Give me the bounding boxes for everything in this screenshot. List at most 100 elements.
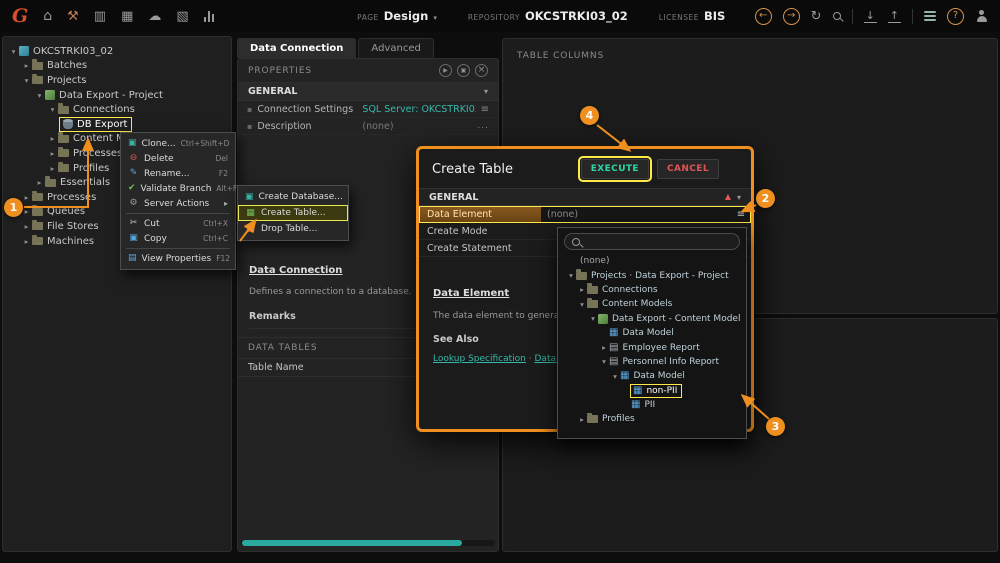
picker-item-none[interactable]: (none) bbox=[564, 254, 740, 268]
chevron-down-icon[interactable] bbox=[34, 91, 45, 100]
archive-icon[interactable] bbox=[94, 10, 106, 23]
menu-item-view-properties[interactable]: View Properties F12 bbox=[121, 251, 235, 266]
lookup-specification-link[interactable]: Lookup Specification bbox=[433, 354, 526, 364]
cancel-button[interactable]: CANCEL bbox=[657, 159, 719, 179]
folder-icon bbox=[32, 205, 43, 216]
chevron-down-icon[interactable] bbox=[610, 372, 620, 381]
picker-item-employee-report[interactable]: Employee Report bbox=[564, 340, 740, 354]
picker-label: Content Models bbox=[602, 299, 673, 310]
menu-icon[interactable] bbox=[481, 104, 489, 115]
chevron-right-icon[interactable] bbox=[34, 178, 45, 187]
tree-item-connections[interactable]: Connections bbox=[3, 102, 231, 117]
chevron-down-icon[interactable] bbox=[588, 314, 598, 323]
package-icon[interactable] bbox=[121, 10, 133, 23]
picker-item-connections[interactable]: Connections bbox=[564, 283, 740, 297]
repository-selector[interactable]: REPOSITORY OKCSTRKI03_02 bbox=[468, 9, 628, 23]
menu-item-rename[interactable]: Rename... F2 bbox=[121, 166, 235, 181]
page-selector[interactable]: PAGE Design bbox=[357, 9, 437, 23]
forward-button[interactable]: → bbox=[782, 7, 800, 25]
picker-item-data-model-2[interactable]: Data Model bbox=[564, 369, 740, 383]
menu-item-server-actions[interactable]: Server Actions bbox=[121, 196, 235, 211]
upload-icon[interactable] bbox=[887, 10, 901, 23]
picker-item-pii[interactable]: PII bbox=[564, 398, 740, 412]
licensee-selector[interactable]: LICENSEE BIS bbox=[659, 9, 726, 23]
picker-item-personnel-info-report[interactable]: Personnel Info Report bbox=[564, 355, 740, 369]
search-icon[interactable] bbox=[832, 12, 841, 20]
field-value[interactable]: (none) bbox=[541, 209, 731, 220]
ellipsis-icon[interactable]: ... bbox=[477, 121, 489, 131]
menu-divider bbox=[126, 213, 230, 214]
general-section-header[interactable]: GENERAL bbox=[238, 83, 498, 101]
context-menu: Clone... Ctrl+Shift+D Delete Del Rename.… bbox=[120, 132, 247, 270]
menu-item-clone[interactable]: Clone... Ctrl+Shift+D bbox=[121, 136, 235, 151]
picker-item-content-models[interactable]: Content Models bbox=[564, 297, 740, 311]
popup-search-box[interactable] bbox=[564, 233, 740, 250]
chevron-down-icon[interactable] bbox=[21, 76, 32, 85]
menu-item-create-database[interactable]: Create Database... bbox=[238, 189, 348, 205]
cloud-icon[interactable] bbox=[148, 10, 161, 23]
chevron-right-icon[interactable] bbox=[599, 343, 609, 352]
save-icon[interactable] bbox=[457, 64, 470, 77]
chevron-right-icon[interactable] bbox=[21, 237, 32, 246]
scrollbar-thumb[interactable] bbox=[242, 540, 462, 546]
tree-label: Profiles bbox=[73, 162, 110, 174]
refresh-icon[interactable] bbox=[811, 10, 822, 23]
chevron-right-icon[interactable] bbox=[47, 164, 58, 173]
folder-icon bbox=[58, 161, 69, 173]
description-row[interactable]: Description (none) ... bbox=[238, 118, 498, 135]
tree-item-db-export[interactable]: DB Export bbox=[3, 116, 231, 132]
property-value[interactable]: (none) bbox=[362, 121, 472, 132]
menu-item-create-table[interactable]: Create Table... bbox=[238, 205, 348, 221]
chevron-right-icon[interactable] bbox=[577, 285, 587, 294]
picker-item-profiles[interactable]: Profiles bbox=[564, 412, 740, 426]
table-icon bbox=[609, 328, 618, 338]
connection-settings-row[interactable]: Connection Settings SQL Server: OKCSTRKI… bbox=[238, 101, 498, 118]
layers-icon[interactable] bbox=[924, 10, 936, 23]
chevron-down-icon[interactable] bbox=[8, 47, 19, 56]
menu-icon[interactable] bbox=[731, 209, 751, 220]
picker-item-data-model-1[interactable]: Data Model bbox=[564, 326, 740, 340]
menu-item-delete[interactable]: Delete Del bbox=[121, 151, 235, 166]
chevron-right-icon[interactable] bbox=[47, 149, 58, 158]
tree-item-data-export-project[interactable]: Data Export - Project bbox=[3, 88, 231, 103]
home-icon[interactable] bbox=[43, 9, 52, 23]
menu-item-drop-table[interactable]: Drop Table... bbox=[238, 221, 348, 237]
property-value[interactable]: SQL Server: OKCSTRKI03... bbox=[362, 104, 475, 115]
deploy-icon[interactable] bbox=[176, 10, 188, 23]
chevron-right-icon[interactable] bbox=[21, 193, 32, 202]
chevron-right-icon[interactable] bbox=[21, 222, 32, 231]
chart-icon[interactable] bbox=[203, 10, 215, 22]
tree-item-projects[interactable]: Projects bbox=[3, 73, 231, 88]
tab-advanced[interactable]: Advanced bbox=[358, 38, 434, 58]
menu-item-cut[interactable]: Cut Ctrl+X bbox=[121, 216, 235, 231]
tree-item-repository[interactable]: OKCSTRKI03_02 bbox=[3, 44, 231, 59]
dialog-row-data-element[interactable]: Data Element (none) bbox=[419, 206, 751, 223]
picker-item-projects[interactable]: Projects · Data Export - Project bbox=[564, 268, 740, 282]
user-icon[interactable] bbox=[975, 9, 988, 23]
column-header-table-name[interactable]: Table Name bbox=[248, 362, 304, 373]
discard-icon[interactable] bbox=[475, 64, 488, 77]
badge-number: 4 bbox=[585, 109, 594, 122]
tab-data-connection[interactable]: Data Connection bbox=[237, 38, 357, 58]
horizontal-scrollbar[interactable] bbox=[241, 540, 495, 546]
tools-icon[interactable] bbox=[67, 10, 79, 23]
chevron-down-icon[interactable] bbox=[47, 105, 58, 114]
chevron-down-icon[interactable] bbox=[566, 271, 576, 280]
chevron-down-icon[interactable] bbox=[599, 357, 609, 366]
dialog-general-header[interactable]: GENERAL bbox=[419, 188, 751, 206]
menu-item-validate-branch[interactable]: Validate Branch Alt+F11 bbox=[121, 181, 247, 196]
chevron-right-icon[interactable] bbox=[47, 134, 58, 143]
tree-item-batches[interactable]: Batches bbox=[3, 59, 231, 74]
help-icon[interactable]: ? bbox=[947, 7, 964, 25]
chevron-down-icon[interactable] bbox=[577, 300, 587, 309]
search-input[interactable] bbox=[585, 236, 732, 247]
chevron-right-icon[interactable] bbox=[577, 415, 587, 424]
picker-item-content-model[interactable]: Data Export - Content Model bbox=[564, 312, 740, 326]
back-button[interactable]: ← bbox=[754, 7, 772, 25]
picker-item-non-pii[interactable]: non-PII bbox=[564, 383, 740, 398]
run-icon[interactable] bbox=[439, 64, 452, 77]
chevron-right-icon[interactable] bbox=[21, 61, 32, 70]
execute-button[interactable]: EXECUTE bbox=[577, 156, 653, 182]
menu-item-copy[interactable]: Copy Ctrl+C bbox=[121, 231, 235, 246]
download-icon[interactable] bbox=[863, 10, 877, 23]
